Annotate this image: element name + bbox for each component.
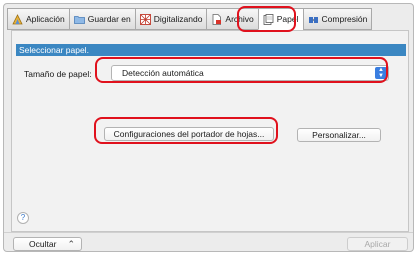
help-button[interactable]: ? [17, 212, 29, 224]
paper-size-select[interactable]: Detección automática ▲ ▼ [111, 65, 389, 81]
tab-compression-label: Compresión [321, 14, 368, 24]
application-icon [12, 13, 23, 25]
tab-scanning-label: Digitalizando [153, 14, 203, 24]
hide-button[interactable]: Ocultar ⌃ [13, 237, 82, 251]
tab-scanning[interactable]: Digitalizando [134, 8, 207, 30]
scanning-icon [139, 13, 151, 25]
tab-paper[interactable]: Papel [257, 8, 303, 30]
tab-paper-label: Papel [276, 14, 299, 24]
tab-application-label: Aplicación [26, 14, 65, 24]
updown-arrows-icon: ▲ ▼ [375, 67, 387, 79]
tab-compression[interactable]: Compresión [302, 8, 373, 30]
section-title: Seleccionar papel. [16, 44, 406, 56]
tab-application[interactable]: Aplicación [7, 8, 69, 30]
paper-panel: Seleccionar papel. Tamaño de papel: Dete… [11, 30, 409, 232]
tab-save-to[interactable]: Guardar en [68, 8, 135, 30]
tab-file[interactable]: Archivo [206, 8, 258, 30]
chevron-up-icon: ⌃ [67, 239, 75, 249]
carrier-sheet-settings-button[interactable]: Configuraciones del portador de hojas... [104, 127, 274, 141]
tab-file-label: Archivo [225, 14, 254, 24]
folder-icon [73, 14, 85, 25]
paper-size-label: Tamaño de papel: [24, 69, 92, 79]
file-icon [211, 13, 222, 25]
settings-window: Aplicación Guardar en Digitalizando Arch… [3, 3, 414, 252]
tab-bar: Aplicación Guardar en Digitalizando Arch… [7, 8, 394, 30]
hide-button-label: Ocultar [29, 239, 57, 249]
apply-button[interactable]: Aplicar [347, 237, 408, 251]
footer-divider [4, 232, 413, 233]
tab-save-to-label: Guardar en [87, 14, 131, 24]
paper-icon [263, 13, 274, 25]
customize-button[interactable]: Personalizar... [297, 128, 381, 142]
paper-size-value: Detección automática [122, 68, 204, 78]
compression-icon [308, 14, 319, 25]
